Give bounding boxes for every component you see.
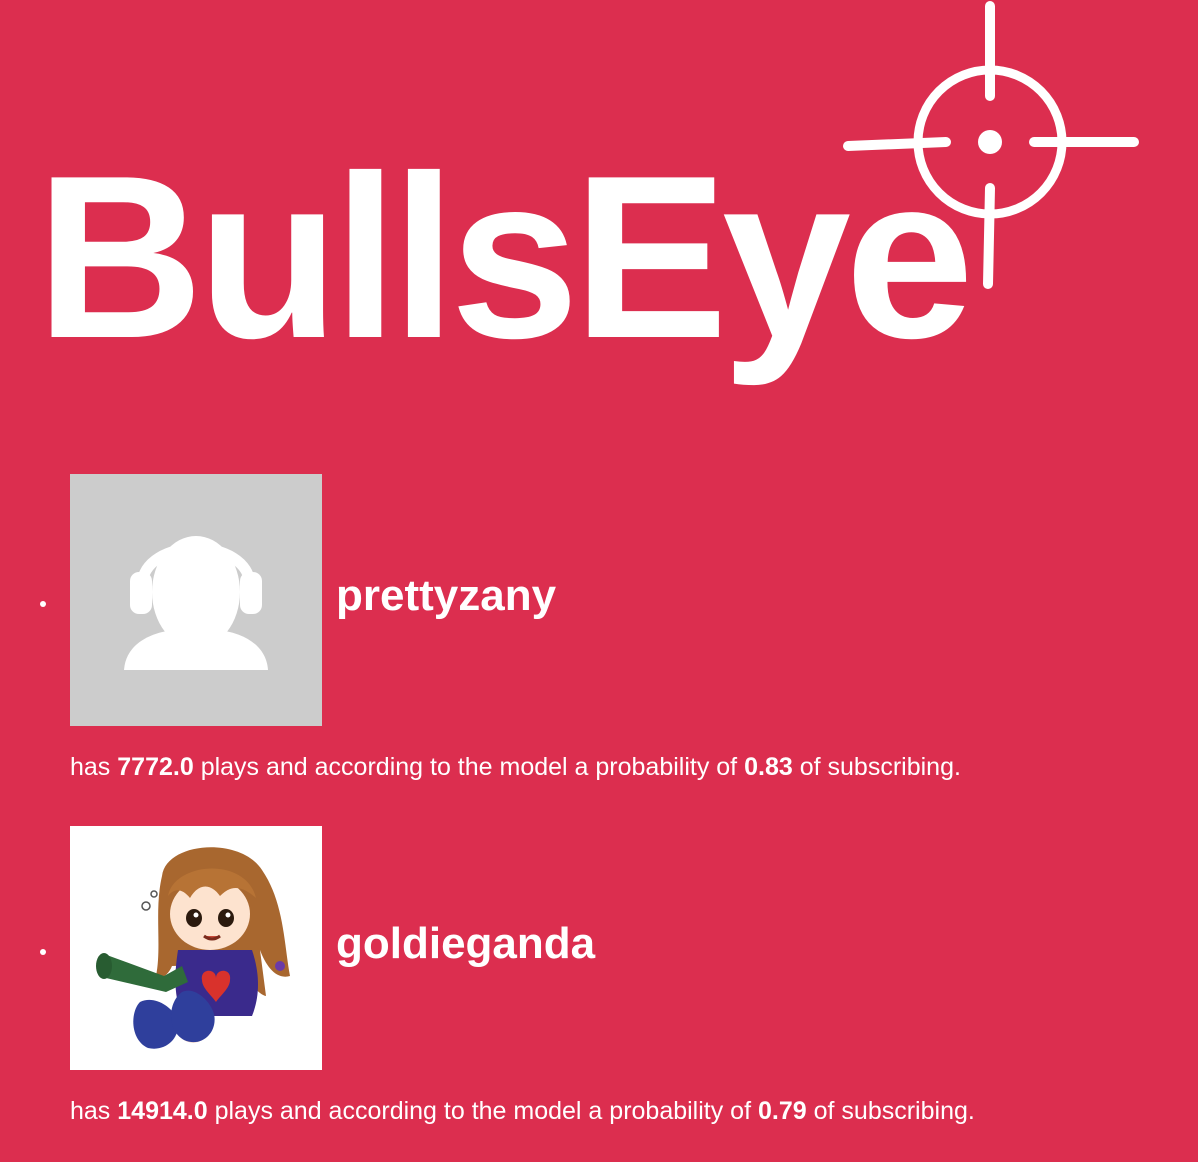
username: prettyzany <box>336 571 557 620</box>
crosshair-icon <box>843 1 1139 289</box>
username: goldieganda <box>336 919 596 968</box>
user-stats: has 14914.0 plays and according to the m… <box>70 1096 975 1126</box>
plays-count: 14914.0 <box>117 1097 208 1125</box>
stats-prefix: has <box>70 1097 111 1125</box>
stats-middle: plays and according to the model a proba… <box>200 753 738 781</box>
user-stats: has 7772.0 plays and according to the mo… <box>70 752 961 782</box>
logo-text: BullsEye <box>36 128 974 387</box>
stats-middle: plays and according to the model a proba… <box>214 1097 752 1125</box>
list-bullet <box>40 601 46 607</box>
stats-suffix: of subscribing. <box>813 1097 975 1125</box>
subscribe-probability: 0.79 <box>758 1097 807 1125</box>
anime-girl-avatar-image <box>70 826 322 1070</box>
list-bullet <box>40 949 46 955</box>
stats-prefix: has <box>70 753 111 781</box>
stats-suffix: of subscribing. <box>799 753 961 781</box>
default-user-headphones-icon <box>70 474 322 726</box>
app-header: BullsEye <box>0 0 1198 420</box>
plays-count: 7772.0 <box>117 753 194 781</box>
subscribe-probability: 0.83 <box>744 753 793 781</box>
